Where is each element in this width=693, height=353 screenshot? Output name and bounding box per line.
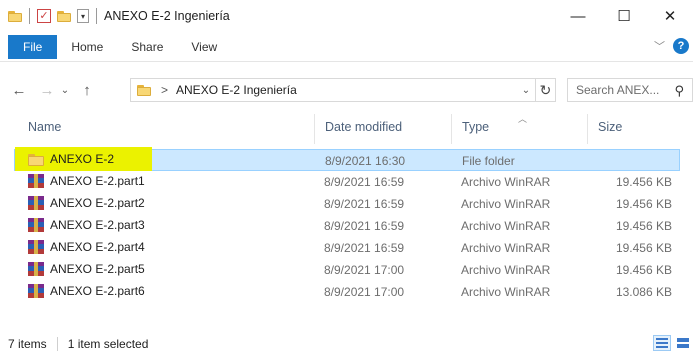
file-size: 13.086 KB	[615, 285, 672, 299]
file-name: ANEXO E-2	[50, 152, 115, 166]
winrar-icon	[28, 240, 44, 254]
file-date: 8/9/2021 16:59	[324, 241, 405, 255]
maximize-button[interactable]: ☐	[601, 0, 647, 32]
file-row[interactable]: ANEXO E-2.part1 8/9/2021 16:59 Archivo W…	[14, 171, 680, 193]
file-size: 19.456 KB	[615, 197, 672, 211]
forward-button[interactable]: →	[36, 82, 58, 99]
file-name-cell: ANEXO E-2.part5	[28, 262, 145, 276]
file-name-cell: ANEXO E-2.part3	[28, 218, 145, 232]
up-button[interactable]: ↑	[76, 82, 98, 99]
file-name-cell: ANEXO E-2	[28, 152, 114, 166]
tab-file[interactable]: File	[8, 35, 58, 59]
customize-toolbar-dropdown[interactable]: ▾	[77, 9, 89, 23]
file-name: ANEXO E-2.part2	[50, 196, 145, 210]
item-count: 7 items	[8, 337, 47, 351]
column-divider[interactable]	[314, 114, 315, 144]
folder-icon	[8, 10, 22, 22]
new-folder-icon[interactable]	[57, 10, 71, 22]
winrar-icon	[28, 284, 44, 298]
file-type: Archivo WinRAR	[461, 241, 551, 255]
search-input[interactable]: Search ANEX... ⚲	[567, 78, 693, 102]
file-size: 19.456 KB	[615, 241, 672, 255]
tab-home[interactable]: Home	[57, 35, 117, 59]
file-type: Archivo WinRAR	[461, 219, 551, 233]
expand-ribbon-icon[interactable]: ﹀	[654, 38, 665, 54]
file-list: ANEXO E-2 8/9/2021 16:30 File folder ANE…	[14, 147, 680, 303]
file-size: 19.456 KB	[615, 175, 672, 189]
quick-access-toolbar: ✓ ▾ ANEXO E-2 Ingeniería	[0, 0, 230, 32]
file-date: 8/9/2021 16:59	[324, 197, 405, 211]
breadcrumb-chevron-icon[interactable]: >	[161, 83, 168, 97]
refresh-button[interactable]: ↻	[535, 79, 555, 101]
file-size: 19.456 KB	[615, 219, 672, 233]
file-name: ANEXO E-2.part5	[50, 262, 145, 276]
address-bar[interactable]: > ANEXO E-2 Ingeniería ⌄ ↻	[130, 78, 556, 102]
file-name-cell: ANEXO E-2.part6	[28, 284, 145, 298]
file-date: 8/9/2021 16:30	[325, 154, 406, 168]
title-bar: ✓ ▾ ANEXO E-2 Ingeniería — ☐ ✕	[0, 0, 693, 32]
file-date: 8/9/2021 17:00	[324, 263, 405, 277]
file-name-cell: ANEXO E-2.part4	[28, 240, 145, 254]
separator	[29, 8, 30, 24]
minimize-button[interactable]: —	[555, 0, 601, 32]
recent-locations-dropdown[interactable]: ⌄	[58, 85, 72, 96]
file-size: 19.456 KB	[615, 263, 672, 277]
search-icon: ⚲	[674, 83, 684, 98]
winrar-icon	[28, 262, 44, 276]
help-icon[interactable]: ?	[673, 38, 689, 54]
column-divider[interactable]	[451, 114, 452, 144]
file-date: 8/9/2021 17:00	[324, 285, 405, 299]
search-placeholder: Search ANEX...	[576, 83, 660, 97]
file-date: 8/9/2021 16:59	[324, 219, 405, 233]
column-headers: Name Date modified ︿ Type Size	[0, 112, 693, 146]
details-view-icon[interactable]	[653, 335, 671, 351]
breadcrumb[interactable]: ANEXO E-2 Ingeniería	[176, 83, 297, 97]
file-name-cell: ANEXO E-2.part1	[28, 174, 145, 188]
status-bar: 7 items 1 item selected	[0, 335, 693, 353]
file-type: File folder	[462, 154, 515, 168]
file-row[interactable]: ANEXO E-2.part4 8/9/2021 16:59 Archivo W…	[14, 237, 680, 259]
window-title: ANEXO E-2 Ingeniería	[104, 9, 230, 23]
large-icons-view-icon[interactable]	[675, 335, 691, 351]
file-type: Archivo WinRAR	[461, 175, 551, 189]
column-header-date-modified[interactable]: Date modified	[325, 120, 402, 134]
file-type: Archivo WinRAR	[461, 263, 551, 277]
address-dropdown-icon[interactable]: ⌄	[517, 85, 535, 96]
sort-caret-icon: ︿	[518, 114, 528, 124]
winrar-icon	[28, 218, 44, 232]
file-row[interactable]: ANEXO E-2.part3 8/9/2021 16:59 Archivo W…	[14, 215, 680, 237]
file-type: Archivo WinRAR	[461, 197, 551, 211]
column-header-name[interactable]: Name	[28, 120, 61, 134]
file-date: 8/9/2021 16:59	[324, 175, 405, 189]
separator	[56, 337, 58, 351]
navigation-bar: ← → ⌄ ↑ > ANEXO E-2 Ingeniería ⌄ ↻ Searc…	[0, 75, 693, 105]
back-button[interactable]: ←	[8, 82, 30, 99]
separator	[96, 8, 97, 24]
folder-icon	[28, 153, 44, 166]
file-name: ANEXO E-2.part3	[50, 218, 145, 232]
winrar-icon	[28, 174, 44, 188]
file-row[interactable]: ANEXO E-2.part6 8/9/2021 17:00 Archivo W…	[14, 281, 680, 303]
file-row[interactable]: ANEXO E-2.part5 8/9/2021 17:00 Archivo W…	[14, 259, 680, 281]
file-type: Archivo WinRAR	[461, 285, 551, 299]
column-header-size[interactable]: Size	[598, 120, 622, 134]
file-name-cell: ANEXO E-2.part2	[28, 196, 145, 210]
folder-icon	[137, 84, 151, 96]
tab-view[interactable]: View	[177, 35, 231, 59]
file-row[interactable]: ANEXO E-2 8/9/2021 16:30 File folder	[14, 147, 680, 171]
file-name: ANEXO E-2.part1	[50, 174, 145, 188]
ribbon-tabs: File Home Share View ﹀ ?	[0, 32, 693, 62]
properties-check-icon[interactable]: ✓	[37, 9, 51, 23]
tab-share[interactable]: Share	[117, 35, 177, 59]
selection-count: 1 item selected	[67, 337, 149, 351]
column-divider[interactable]	[587, 114, 588, 144]
file-row[interactable]: ANEXO E-2.part2 8/9/2021 16:59 Archivo W…	[14, 193, 680, 215]
close-button[interactable]: ✕	[647, 0, 693, 32]
file-name: ANEXO E-2.part4	[50, 240, 145, 254]
winrar-icon	[28, 196, 44, 210]
column-header-type[interactable]: Type	[462, 120, 489, 134]
file-name: ANEXO E-2.part6	[50, 284, 145, 298]
